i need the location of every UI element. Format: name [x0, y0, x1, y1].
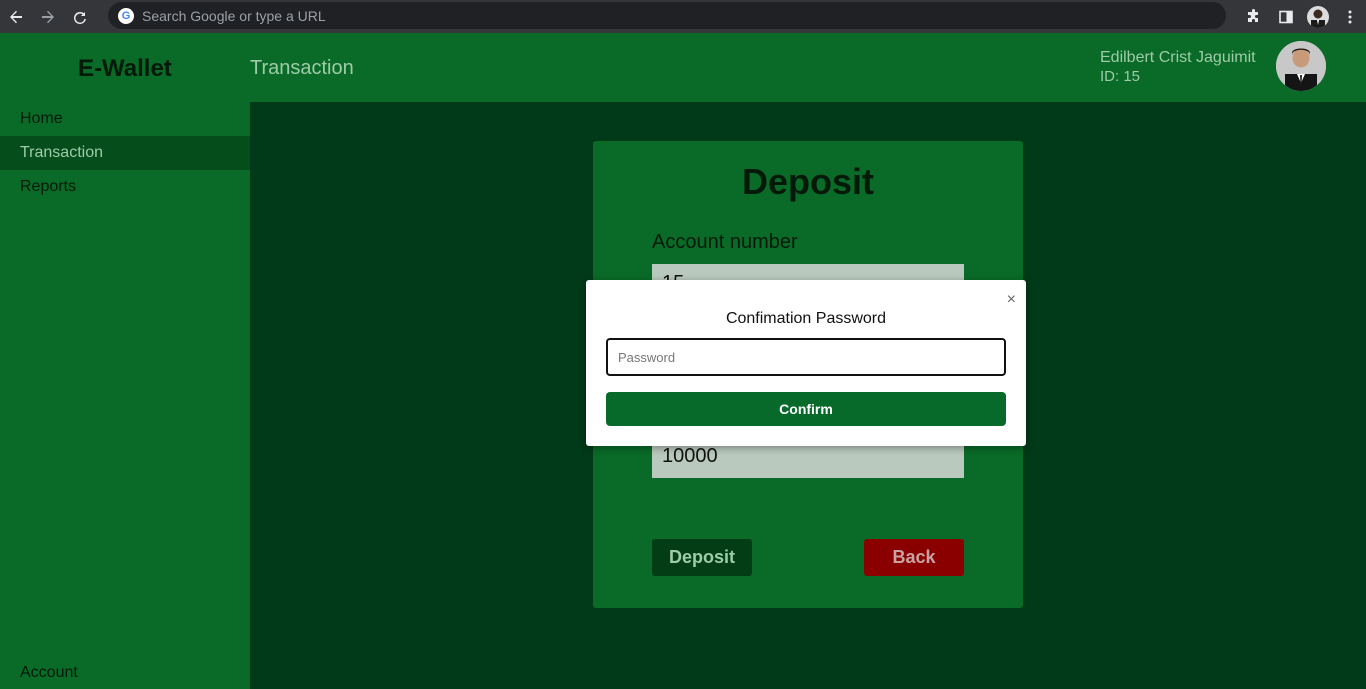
close-icon[interactable]: ×: [1007, 292, 1016, 308]
confirm-button[interactable]: Confirm: [606, 392, 1006, 426]
sidebar-item-home[interactable]: Home: [0, 102, 250, 136]
deposit-button[interactable]: Deposit: [652, 539, 752, 576]
modal-title: Confimation Password: [725, 310, 887, 327]
confirmation-modal: × Confimation Password Confirm: [586, 280, 1026, 446]
amount-value: 10000: [662, 445, 718, 467]
sidebar-item-reports[interactable]: Reports: [0, 170, 250, 204]
brand-logo-text[interactable]: E-Wallet: [78, 55, 172, 83]
sidebar-item-transaction[interactable]: Transaction: [0, 136, 250, 170]
more-vert-icon[interactable]: [1334, 0, 1366, 33]
user-name: Edilbert Crist Jaguimit: [1100, 49, 1256, 66]
deposit-title: Deposit: [741, 161, 874, 202]
sidebar-item-account[interactable]: Account: [0, 656, 250, 689]
profile-avatar-small[interactable]: [1302, 0, 1334, 33]
back-button[interactable]: Back: [864, 539, 964, 576]
reload-icon[interactable]: [64, 0, 96, 33]
account-number-label: Account number: [652, 231, 798, 253]
side-panel-icon[interactable]: [1270, 0, 1302, 33]
address-bar[interactable]: G Search Google or type a URL: [108, 2, 1226, 29]
back-arrow-icon[interactable]: [0, 0, 32, 33]
avatar[interactable]: [1276, 41, 1326, 91]
sidebar: Home Transaction Reports Account: [0, 102, 250, 689]
browser-toolbar: G Search Google or type a URL: [0, 0, 1366, 33]
app-header: E-Wallet Transaction Edilbert Crist Jagu…: [0, 33, 1366, 102]
google-icon: G: [118, 7, 134, 24]
user-id: ID: 15: [1100, 68, 1141, 85]
password-input[interactable]: [606, 338, 1006, 376]
forward-arrow-icon[interactable]: [32, 0, 64, 33]
extensions-puzzle-icon[interactable]: [1238, 0, 1270, 33]
address-bar-placeholder: Search Google or type a URL: [142, 7, 326, 24]
page-title: Transaction: [250, 57, 354, 79]
